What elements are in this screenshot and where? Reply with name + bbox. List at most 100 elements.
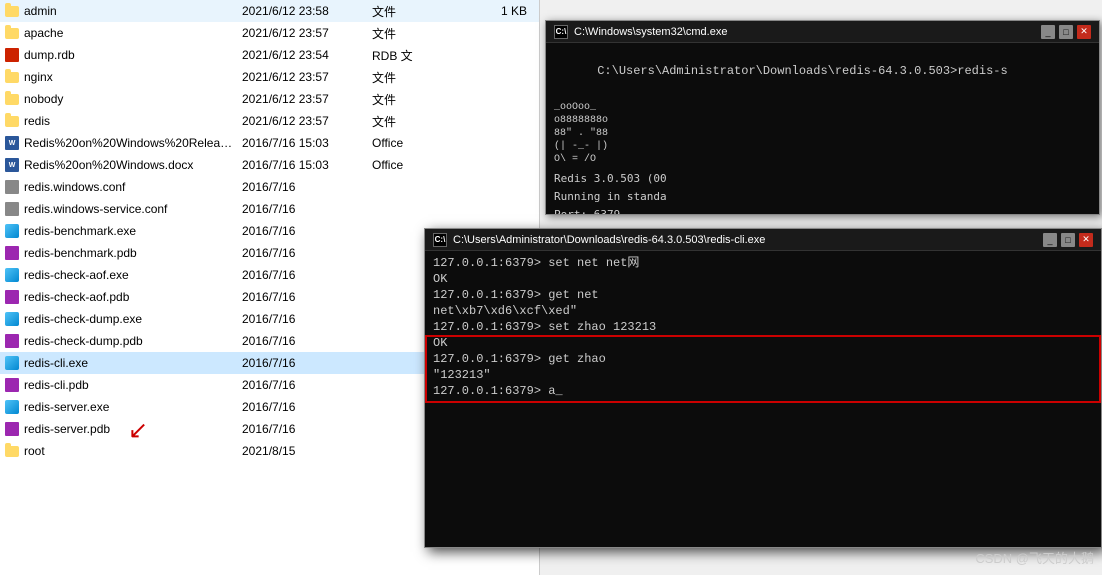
file-name: nobody [24, 92, 234, 106]
file-name: apache [24, 26, 234, 40]
file-date: 2016/7/16 15:03 [234, 158, 364, 172]
port-info: Port: 6379 [554, 208, 620, 214]
file-icon [4, 443, 20, 459]
file-icon [4, 333, 20, 349]
file-type: 文件 [364, 25, 424, 42]
minimize-btn-2[interactable]: _ [1043, 233, 1057, 247]
file-type: 文件 [364, 113, 424, 130]
file-icon [4, 421, 20, 437]
cmd-line: 127.0.0.1:6379> set zhao 123213 [433, 319, 1093, 335]
cmd-body-1: C:\Users\Administrator\Downloads\redis-6… [546, 43, 1099, 214]
file-icon: W [4, 135, 20, 151]
file-date: 2021/8/15 [234, 444, 364, 458]
file-name: redis-server.pdb [24, 422, 234, 436]
file-icon [4, 69, 20, 85]
file-name: redis-cli.pdb [24, 378, 234, 392]
file-date: 2016/7/16 [234, 268, 364, 282]
file-icon [4, 355, 20, 371]
file-icon [4, 201, 20, 217]
redis-version: Redis 3.0.503 (00 [554, 172, 667, 185]
cmd-controls-2: _ □ ✕ [1043, 233, 1093, 247]
cmd-line: 127.0.0.1:6379> a_ [433, 383, 1093, 399]
file-date: 2021/6/12 23:57 [234, 114, 364, 128]
cmd-window-1[interactable]: C:\ C:\Windows\system32\cmd.exe _ □ ✕ C:… [545, 20, 1100, 215]
file-name: admin [24, 4, 234, 18]
file-date: 2021/6/12 23:54 [234, 48, 364, 62]
file-type: Office [364, 136, 424, 150]
cmd-line: OK [433, 271, 1093, 287]
cmd-titlebar-2: C:\ C:\Users\Administrator\Downloads\red… [425, 229, 1101, 251]
close-btn-1[interactable]: ✕ [1077, 25, 1091, 39]
file-type: 文件 [364, 69, 424, 86]
file-type: 文件 [364, 91, 424, 108]
close-btn-2[interactable]: ✕ [1079, 233, 1093, 247]
file-name: redis-cli.exe [24, 356, 234, 370]
file-row[interactable]: dump.rdb 2021/6/12 23:54 RDB 文 [0, 44, 539, 66]
file-row[interactable]: W Redis%20on%20Windows%20Releas... 2016/… [0, 132, 539, 154]
file-name: redis-benchmark.pdb [24, 246, 234, 260]
file-date: 2016/7/16 [234, 422, 364, 436]
file-row[interactable]: apache 2021/6/12 23:57 文件 [0, 22, 539, 44]
file-row[interactable]: W Redis%20on%20Windows.docx 2016/7/16 15… [0, 154, 539, 176]
file-date: 2016/7/16 [234, 356, 364, 370]
cmd-path-1: C:\Users\Administrator\Downloads\redis-6… [554, 47, 1091, 95]
file-name: Redis%20on%20Windows.docx [24, 158, 234, 172]
file-name: dump.rdb [24, 48, 234, 62]
running-info: Running in standa [554, 190, 667, 203]
cmd-line: net\xb7\xd6\xcf\xed" [433, 303, 1093, 319]
file-name: redis.windows.conf [24, 180, 234, 194]
file-type: 文件 [364, 3, 424, 20]
csdn-watermark: CSDN @飞天的大鹅 [975, 548, 1094, 567]
file-name: redis-check-aof.exe [24, 268, 234, 282]
maximize-btn-1[interactable]: □ [1059, 25, 1073, 39]
cmd-icon-1: C:\ [554, 25, 568, 39]
file-name: redis.windows-service.conf [24, 202, 234, 216]
file-date: 2016/7/16 [234, 400, 364, 414]
file-date: 2016/7/16 [234, 202, 364, 216]
file-icon [4, 113, 20, 129]
file-row[interactable]: nginx 2021/6/12 23:57 文件 [0, 66, 539, 88]
file-name: redis-benchmark.exe [24, 224, 234, 238]
file-icon: W [4, 157, 20, 173]
file-date: 2016/7/16 [234, 224, 364, 238]
cmd-window-2[interactable]: C:\ C:\Users\Administrator\Downloads\red… [424, 228, 1102, 548]
file-name: redis-server.exe [24, 400, 234, 414]
file-icon [4, 267, 20, 283]
file-name: nginx [24, 70, 234, 84]
file-date: 2016/7/16 [234, 180, 364, 194]
file-name: Redis%20on%20Windows%20Releas... [24, 136, 234, 150]
file-row[interactable]: redis.windows.conf 2016/7/16 [0, 176, 539, 198]
file-row[interactable]: redis 2021/6/12 23:57 文件 [0, 110, 539, 132]
file-size: 1 KB [424, 4, 535, 18]
cmd-body-2: 127.0.0.1:6379> set net net网OK127.0.0.1:… [425, 251, 1101, 547]
cmd-controls-1: _ □ ✕ [1041, 25, 1091, 39]
file-date: 2021/6/12 23:58 [234, 4, 364, 18]
file-type: Office [364, 158, 424, 172]
file-name: redis-check-dump.exe [24, 312, 234, 326]
cmd-title-2: C:\Users\Administrator\Downloads\redis-6… [453, 234, 1043, 246]
cmd-line: 127.0.0.1:6379> get zhao [433, 351, 1093, 367]
file-date: 2016/7/16 [234, 290, 364, 304]
maximize-btn-2[interactable]: □ [1061, 233, 1075, 247]
minimize-btn-1[interactable]: _ [1041, 25, 1055, 39]
file-row[interactable]: nobody 2021/6/12 23:57 文件 [0, 88, 539, 110]
file-name: redis-check-aof.pdb [24, 290, 234, 304]
file-icon [4, 245, 20, 261]
file-icon [4, 223, 20, 239]
file-date: 2021/6/12 23:57 [234, 92, 364, 106]
file-icon [4, 399, 20, 415]
cmd-line: 127.0.0.1:6379> get net [433, 287, 1093, 303]
file-icon [4, 289, 20, 305]
file-row[interactable]: admin 2021/6/12 23:58 文件 1 KB [0, 0, 539, 22]
file-type: RDB 文 [364, 47, 424, 64]
file-icon [4, 25, 20, 41]
file-name: redis [24, 114, 234, 128]
file-row[interactable]: redis.windows-service.conf 2016/7/16 [0, 198, 539, 220]
file-date: 2021/6/12 23:57 [234, 26, 364, 40]
cmd-titlebar-1: C:\ C:\Windows\system32\cmd.exe _ □ ✕ [546, 21, 1099, 43]
cmd-title-1: C:\Windows\system32\cmd.exe [574, 26, 1041, 38]
file-date: 2016/7/16 [234, 246, 364, 260]
cmd-line: 127.0.0.1:6379> set net net网 [433, 255, 1093, 271]
cmd-line: "123213" [433, 367, 1093, 383]
file-icon [4, 91, 20, 107]
